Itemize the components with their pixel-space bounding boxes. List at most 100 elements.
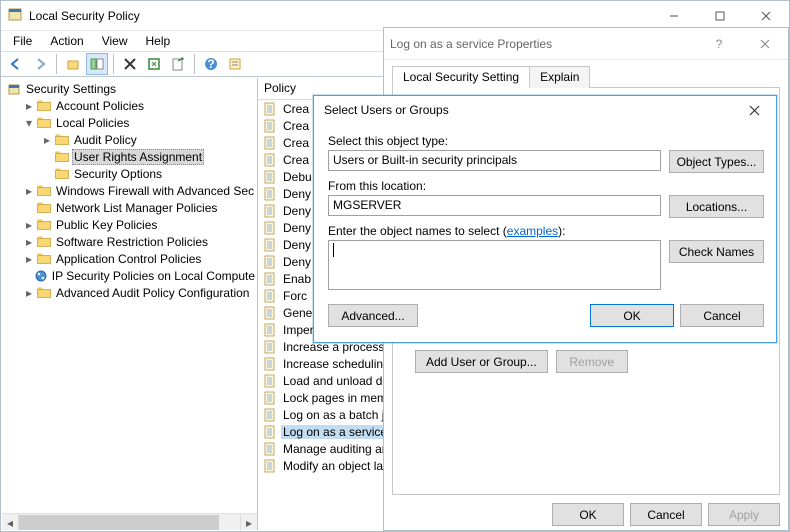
tree-item-label: Network List Manager Policies (54, 201, 219, 215)
folder-icon (36, 98, 52, 114)
object-type-field[interactable]: Users or Built-in security principals (328, 150, 661, 171)
tree-item[interactable]: ▸Windows Firewall with Advanced Sec (4, 182, 257, 199)
refresh-icon[interactable] (143, 53, 165, 75)
tree-toggle-icon[interactable]: ▾ (22, 116, 36, 130)
security-settings-icon (6, 81, 22, 97)
help-icon[interactable]: ? (200, 53, 222, 75)
tab-explain[interactable]: Explain (529, 66, 590, 88)
delete-icon[interactable] (119, 53, 141, 75)
menu-view[interactable]: View (94, 32, 136, 50)
folder-icon (34, 268, 48, 284)
object-names-input[interactable] (328, 240, 661, 290)
folder-icon (36, 183, 52, 199)
tree-item[interactable]: ▸ Advanced Audit Policy Configuration (4, 284, 257, 301)
svg-text:?: ? (207, 57, 214, 71)
forward-icon[interactable] (29, 53, 51, 75)
cancel-button[interactable]: Cancel (630, 503, 702, 526)
list-item-label: Crea (281, 153, 311, 167)
scroll-left-icon[interactable]: ◂ (2, 514, 19, 530)
folder-icon (36, 217, 52, 233)
policy-icon (262, 407, 278, 423)
policy-icon (262, 271, 278, 287)
examples-link[interactable]: examples (507, 224, 558, 238)
list-item-label: Forc (281, 289, 309, 303)
tree-toggle-icon[interactable]: ▸ (40, 133, 54, 147)
tree-item-label: Advanced Audit Policy Configuration (54, 286, 251, 300)
select-dialog-title-bar[interactable]: Select Users or Groups (314, 96, 776, 124)
list-item-label: Deny (281, 221, 313, 235)
menu-help[interactable]: Help (138, 32, 179, 50)
tree-toggle-icon[interactable]: ▸ (22, 286, 36, 300)
policy-icon (262, 424, 278, 440)
tree-toggle-icon[interactable]: ▸ (22, 99, 36, 113)
remove-button[interactable]: Remove (556, 350, 628, 373)
check-names-button[interactable]: Check Names (669, 240, 764, 263)
show-hide-tree-icon[interactable] (86, 53, 108, 75)
cancel-button[interactable]: Cancel (680, 304, 764, 327)
tree-item-label: Public Key Policies (54, 218, 159, 232)
tree-horizontal-scrollbar[interactable]: ◂ ▸ (2, 513, 257, 530)
close-icon[interactable] (742, 29, 788, 59)
tree-item[interactable]: ▸Application Control Policies (4, 250, 257, 267)
tree-item[interactable]: ▸ Audit Policy (4, 131, 257, 148)
list-item-label: Log on as a service (281, 425, 389, 439)
from-location-label: From this location: (328, 179, 764, 193)
tree-toggle-icon[interactable]: ▸ (22, 252, 36, 266)
properties-title-bar[interactable]: Log on as a service Properties ? (384, 28, 788, 60)
tree-item-label: Account Policies (54, 99, 146, 113)
tree-toggle-icon[interactable]: ▸ (22, 235, 36, 249)
from-location-field[interactable]: MGSERVER (328, 195, 661, 216)
tree-item[interactable]: User Rights Assignment (4, 148, 257, 165)
up-icon[interactable] (62, 53, 84, 75)
list-item-label: Enab (281, 272, 313, 286)
tree-item[interactable]: ▸ Public Key Policies (4, 216, 257, 233)
policy-icon (262, 441, 278, 457)
policy-icon (262, 118, 278, 134)
maximize-button[interactable] (697, 1, 743, 31)
tree-item[interactable]: ▸ Account Policies (4, 97, 257, 114)
tree-item-label: User Rights Assignment (72, 149, 204, 165)
add-user-or-group-button[interactable]: Add User or Group... (415, 350, 548, 373)
locations-button[interactable]: Locations... (669, 195, 764, 218)
properties-icon[interactable] (224, 53, 246, 75)
back-icon[interactable] (5, 53, 27, 75)
list-item-label: Crea (281, 119, 311, 133)
ok-button[interactable]: OK (552, 503, 624, 526)
advanced-button[interactable]: Advanced... (328, 304, 418, 327)
tree-item[interactable]: Network List Manager Policies (4, 199, 257, 216)
tree-item[interactable]: ▾Local Policies (4, 114, 257, 131)
close-icon[interactable] (742, 98, 766, 122)
tree-root[interactable]: Security Settings (4, 80, 257, 97)
app-icon (7, 6, 23, 25)
apply-button[interactable]: Apply (708, 503, 780, 526)
close-button[interactable] (743, 1, 789, 31)
list-item-label: Deny (281, 238, 313, 252)
menu-file[interactable]: File (5, 32, 40, 50)
policy-icon (262, 390, 278, 406)
object-names-label: Enter the object names to select (exampl… (328, 224, 764, 238)
help-button[interactable]: ? (696, 29, 742, 59)
export-list-icon[interactable] (167, 53, 189, 75)
list-item-label: Increase scheduling (281, 357, 392, 371)
policy-icon (262, 237, 278, 253)
console-tree[interactable]: Security Settings ▸ Account Policies▾Loca… (2, 78, 258, 530)
ok-button[interactable]: OK (590, 304, 674, 327)
tree-toggle-icon[interactable]: ▸ (22, 184, 36, 198)
scroll-right-icon[interactable]: ▸ (240, 514, 257, 530)
tab-local-security-setting[interactable]: Local Security Setting (392, 66, 530, 88)
tree-item-label: Audit Policy (72, 133, 139, 147)
tree-item[interactable]: Security Options (4, 165, 257, 182)
tree-item-label: Security Options (72, 167, 164, 181)
folder-icon (36, 200, 52, 216)
minimize-button[interactable] (651, 1, 697, 31)
tree-item[interactable]: ▸Software Restriction Policies (4, 233, 257, 250)
tree-item[interactable]: IP Security Policies on Local Compute (4, 267, 257, 284)
policy-icon (262, 322, 278, 338)
tree-toggle-icon[interactable]: ▸ (22, 218, 36, 232)
menu-action[interactable]: Action (42, 32, 91, 50)
scroll-thumb[interactable] (19, 515, 219, 530)
policy-icon (262, 356, 278, 372)
object-types-button[interactable]: Object Types... (669, 150, 764, 173)
list-item-label: Log on as a batch jo (281, 408, 393, 422)
folder-icon (54, 132, 70, 148)
